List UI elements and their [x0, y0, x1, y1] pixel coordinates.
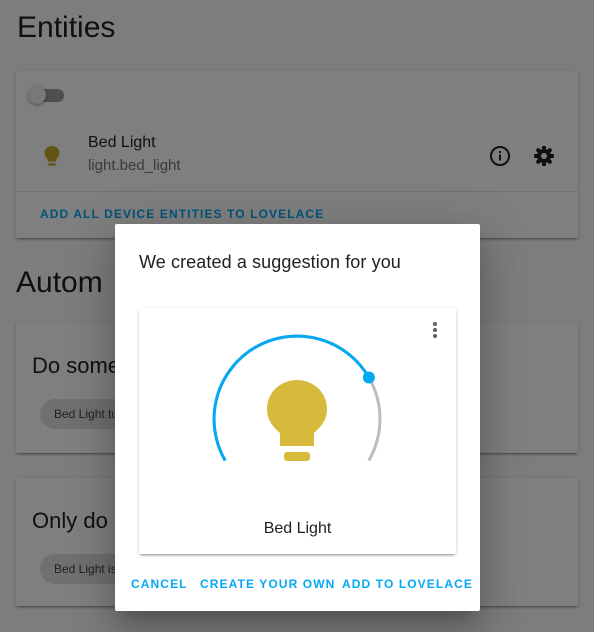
more-vert-icon[interactable]: [423, 318, 447, 342]
dialog-title: We created a suggestion for you: [139, 252, 401, 272]
light-card-preview[interactable]: Bed Light: [139, 308, 456, 554]
cancel-button[interactable]: CANCEL: [131, 577, 188, 591]
create-your-own-button[interactable]: CREATE YOUR OWN: [200, 577, 335, 591]
dialog-actions: CANCEL CREATE YOUR OWN ADD TO LOVELACE: [115, 577, 480, 597]
brightness-handle[interactable]: [362, 371, 375, 384]
brightness-dial[interactable]: [197, 334, 397, 504]
light-name: Bed Light: [263, 520, 332, 537]
lightbulb-icon[interactable]: [267, 380, 327, 461]
add-to-lovelace-button[interactable]: ADD TO LOVELACE: [342, 577, 473, 591]
suggestion-dialog: We created a suggestion for you Bed Ligh…: [115, 224, 480, 611]
